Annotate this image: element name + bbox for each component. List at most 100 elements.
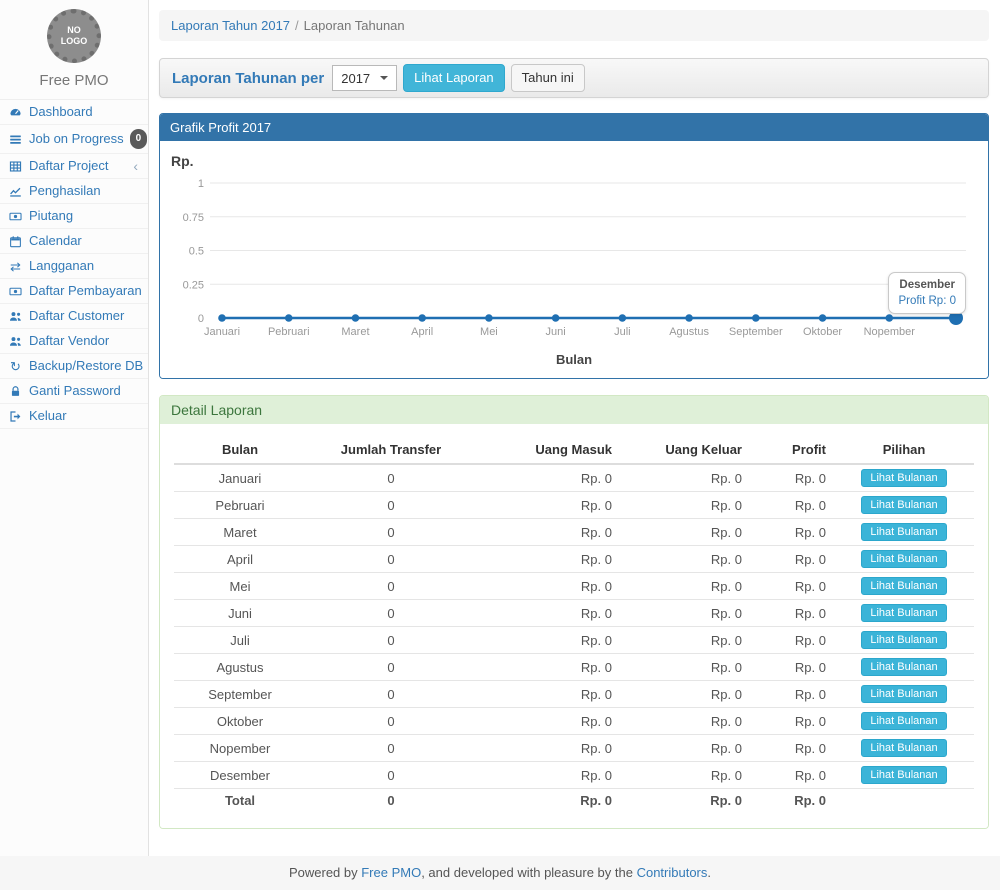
breadcrumb: Laporan Tahun 2017/Laporan Tahunan [159,10,989,41]
table-cell: April [174,546,306,573]
sidebar-item-label: Penghasilan [29,183,140,199]
table-row: Januari0Rp. 0Rp. 0Rp. 0Lihat Bulanan [174,464,974,492]
column-header-uang-masuk: Uang Masuk [476,436,620,464]
sidebar-item-daftar-vendor[interactable]: Daftar Vendor [0,329,148,354]
table-cell: Lihat Bulanan [834,627,974,654]
svg-text:Oktober: Oktober [803,326,842,338]
chart-panel-title: Grafik Profit 2017 [160,114,988,141]
sidebar-item-label: Ganti Password [29,383,140,399]
table-cell: Rp. 0 [750,573,834,600]
lihat-bulanan-button[interactable]: Lihat Bulanan [861,496,946,514]
table-row: Juni0Rp. 0Rp. 0Rp. 0Lihat Bulanan [174,600,974,627]
table-cell: Rp. 0 [476,789,620,813]
sidebar-item-calendar[interactable]: Calendar [0,229,148,254]
svg-text:September: September [729,326,783,338]
sidebar-item-keluar[interactable]: Keluar [0,404,148,429]
lihat-bulanan-button[interactable]: Lihat Bulanan [861,658,946,676]
table-icon [8,160,23,173]
lihat-bulanan-button[interactable]: Lihat Bulanan [861,712,946,730]
svg-text:Juli: Juli [614,326,631,338]
lihat-bulanan-button[interactable]: Lihat Bulanan [861,766,946,784]
sidebar-item-label: Backup/Restore DB [29,358,143,374]
table-cell: 0 [306,708,476,735]
table-cell: Rp. 0 [476,573,620,600]
contributors-link[interactable]: Contributors [637,865,708,880]
lihat-bulanan-button[interactable]: Lihat Bulanan [861,550,946,568]
table-cell: Rp. 0 [476,492,620,519]
year-select[interactable]: 2017 [332,65,397,91]
sidebar-item-langganan[interactable]: ⇄ Langganan [0,254,148,279]
sidebar-item-label: Daftar Vendor [29,333,140,349]
page: NO LOGO Free PMO DashboardJob on Progres… [0,0,1000,856]
sidebar-item-label: Langganan [29,258,140,274]
lihat-bulanan-button[interactable]: Lihat Bulanan [861,604,946,622]
table-cell: Rp. 0 [750,708,834,735]
table-cell: Rp. 0 [750,492,834,519]
line-chart-icon [8,185,23,198]
table-cell [834,789,974,813]
table-cell: 0 [306,735,476,762]
detail-laporan-panel: Detail Laporan BulanJumlah TransferUang … [159,395,989,829]
table-cell: Lihat Bulanan [834,681,974,708]
table-row: Desember0Rp. 0Rp. 0Rp. 0Lihat Bulanan [174,762,974,789]
tooltip-value: Profit Rp: 0 [898,295,956,307]
sidebar-item-dashboard[interactable]: Dashboard [0,100,148,125]
table-cell: 0 [306,681,476,708]
lihat-bulanan-button[interactable]: Lihat Bulanan [861,469,946,487]
lihat-bulanan-button[interactable]: Lihat Bulanan [861,523,946,541]
lock-icon [8,385,23,398]
sidebar-item-job-on-progress[interactable]: Job on Progress0 [0,125,148,154]
table-cell: Rp. 0 [620,789,750,813]
sidebar-item-backup-restore-db[interactable]: ↻Backup/Restore DB [0,354,148,379]
sidebar-item-label: Calendar [29,233,140,249]
svg-text:Pebruari: Pebruari [268,326,310,338]
profit-chart-panel: Grafik Profit 2017 Rp. 10.750.50.250Janu… [159,113,989,379]
sidebar-item-ganti-password[interactable]: Ganti Password [0,379,148,404]
table-row: Mei0Rp. 0Rp. 0Rp. 0Lihat Bulanan [174,573,974,600]
lihat-bulanan-button[interactable]: Lihat Bulanan [861,739,946,757]
tahun-ini-button[interactable]: Tahun ini [511,64,585,92]
lihat-bulanan-button[interactable]: Lihat Bulanan [861,577,946,595]
svg-text:Juni: Juni [546,326,566,338]
sidebar-item-daftar-project[interactable]: Daftar Project‹ [0,154,148,179]
table-cell: Rp. 0 [620,519,750,546]
lihat-bulanan-button[interactable]: Lihat Bulanan [861,685,946,703]
table-cell: 0 [306,573,476,600]
sidebar-item-label: Daftar Customer [29,308,140,324]
column-header-jumlah-transfer: Jumlah Transfer [306,436,476,464]
detail-laporan-title: Detail Laporan [160,396,988,424]
footer-text: . [707,865,711,880]
sidebar-item-daftar-pembayaran[interactable]: Daftar Pembayaran [0,279,148,304]
free-pmo-link[interactable]: Free PMO [361,865,421,880]
table-cell: Oktober [174,708,306,735]
table-cell: Rp. 0 [750,681,834,708]
retweet-icon: ⇄ [8,260,23,273]
sidebar-item-daftar-customer[interactable]: Daftar Customer [0,304,148,329]
breadcrumb-current: Laporan Tahunan [304,18,405,33]
sidebar-item-label: Dashboard [29,104,140,120]
breadcrumb-link[interactable]: Laporan Tahun 2017 [171,18,290,33]
profit-line-chart[interactable]: 10.750.50.250JanuariPebruariMaretAprilMe… [166,169,980,352]
table-cell: Desember [174,762,306,789]
sidebar-item-piutang[interactable]: Piutang [0,204,148,229]
table-cell: Rp. 0 [750,735,834,762]
lihat-laporan-button[interactable]: Lihat Laporan [403,64,505,92]
sidebar-item-label: Daftar Pembayaran [29,283,142,299]
sidebar-item-penghasilan[interactable]: Penghasilan [0,179,148,204]
sign-out-icon [8,410,23,423]
table-cell: Rp. 0 [750,464,834,492]
table-cell: Maret [174,519,306,546]
svg-text:Mei: Mei [480,326,498,338]
lihat-bulanan-button[interactable]: Lihat Bulanan [861,631,946,649]
table-row: Oktober0Rp. 0Rp. 0Rp. 0Lihat Bulanan [174,708,974,735]
table-cell: Lihat Bulanan [834,492,974,519]
detail-laporan-body: BulanJumlah TransferUang MasukUang Kelua… [160,424,988,828]
table-cell: Lihat Bulanan [834,735,974,762]
table-cell: Agustus [174,654,306,681]
table-row: Juli0Rp. 0Rp. 0Rp. 0Lihat Bulanan [174,627,974,654]
table-cell: Rp. 0 [476,519,620,546]
table-cell: 0 [306,600,476,627]
table-cell: 0 [306,492,476,519]
x-axis-label: Bulan [166,352,982,367]
chart-body: Rp. 10.750.50.250JanuariPebruariMaretApr… [160,141,988,378]
